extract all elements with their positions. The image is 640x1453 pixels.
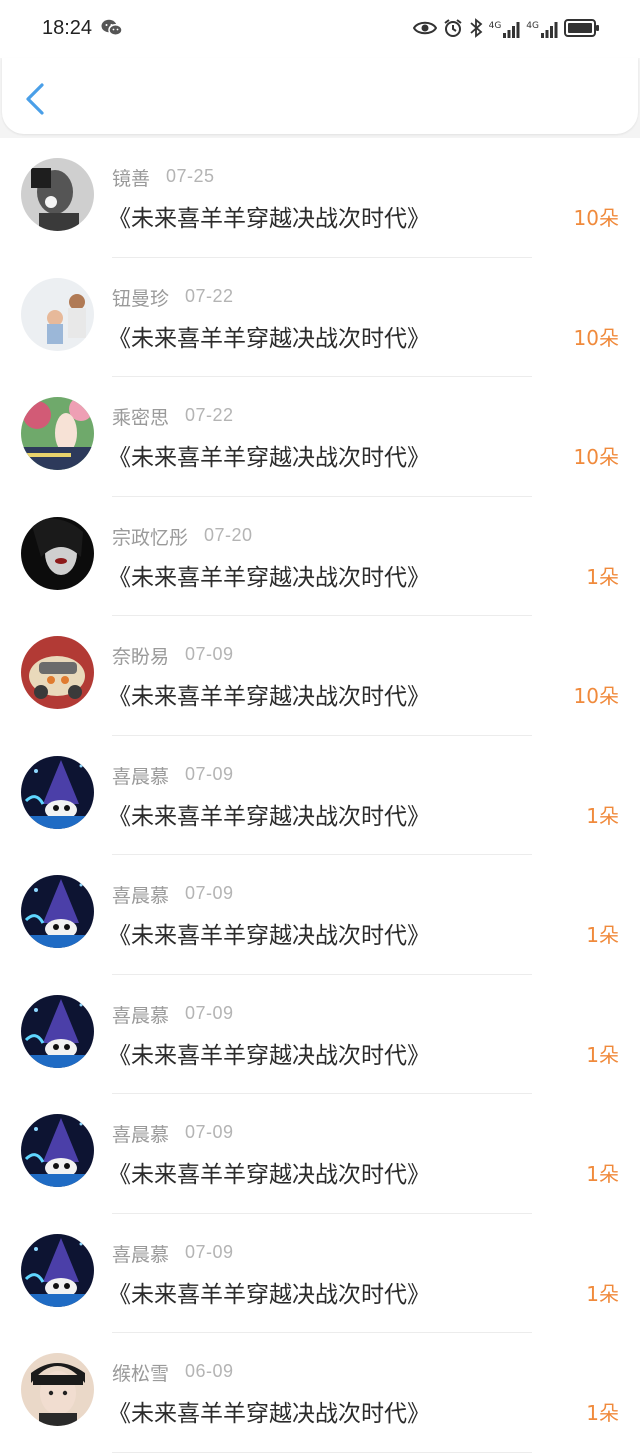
network-label-2: 4G xyxy=(526,21,539,31)
list-item[interactable]: 喜晨慕 07-09 《未来喜羊羊穿越决战次时代》 1朵 xyxy=(0,1214,640,1333)
signal-icon: 4G xyxy=(489,21,521,39)
book-title: 《未来喜羊羊穿越决战次时代》 xyxy=(108,1162,430,1188)
book-title: 《未来喜羊羊穿越决战次时代》 xyxy=(108,206,430,232)
list-item[interactable]: 喜晨慕 07-09 《未来喜羊羊穿越决战次时代》 1朵 xyxy=(0,975,640,1094)
gift-date: 07-09 xyxy=(185,1002,234,1023)
user-name: 缑松雪 xyxy=(112,1363,170,1385)
user-name: 宗政忆彤 xyxy=(112,526,189,549)
status-time: 18:24 xyxy=(42,17,93,39)
flower-count: 1朵 xyxy=(586,1042,619,1067)
flower-count: 1朵 xyxy=(586,564,619,589)
back-button[interactable] xyxy=(22,82,52,116)
flower-count: 1朵 xyxy=(586,803,619,828)
gift-date: 07-20 xyxy=(204,524,253,545)
flower-count: 10朵 xyxy=(573,325,619,350)
avatar[interactable] xyxy=(21,1353,94,1426)
user-name: 喜晨慕 xyxy=(112,885,170,907)
flower-count: 10朵 xyxy=(573,206,619,230)
flower-count: 1朵 xyxy=(586,1281,619,1306)
signal-icon-2: 4G xyxy=(526,21,558,39)
avatar[interactable] xyxy=(21,397,94,470)
list-item[interactable]: 喜晨慕 07-09 《未来喜羊羊穿越决战次时代》 1朵 xyxy=(0,736,640,855)
user-name: 喜晨慕 xyxy=(112,1243,170,1266)
gift-record-list: 镜善 07-25 《未来喜羊羊穿越决战次时代》 10朵 钮曼珍 07-22 《未来喜羊羊穿越… xyxy=(0,138,640,1453)
battery-icon xyxy=(564,18,600,42)
gift-date: 07-09 xyxy=(185,1122,234,1142)
user-name: 奈盼易 xyxy=(112,646,170,668)
avatar[interactable] xyxy=(21,1114,94,1187)
network-label-1: 4G xyxy=(488,21,502,31)
gift-date: 07-22 xyxy=(185,405,234,425)
flower-count: 1朵 xyxy=(586,923,619,947)
book-title: 《未来喜羊羊穿越决战次时代》 xyxy=(108,1042,430,1069)
user-name: 钮曼珍 xyxy=(112,287,170,310)
gift-date: 07-25 xyxy=(166,166,215,186)
book-title: 《未来喜羊羊穿越决战次时代》 xyxy=(108,1401,430,1427)
avatar[interactable] xyxy=(21,636,94,709)
eye-icon xyxy=(412,20,437,40)
avatar[interactable] xyxy=(21,516,94,590)
alarm-icon xyxy=(443,18,463,42)
book-title: 《未来喜羊羊穿越决战次时代》 xyxy=(108,564,430,591)
book-title: 《未来喜羊羊穿越决战次时代》 xyxy=(108,684,430,710)
avatar[interactable] xyxy=(21,277,94,351)
gift-date: 07-09 xyxy=(185,1241,234,1262)
user-name: 乘密思 xyxy=(112,407,170,429)
list-item[interactable]: 宗政忆彤 07-20 《未来喜羊羊穿越决战次时代》 1朵 xyxy=(0,497,640,616)
avatar[interactable] xyxy=(21,755,94,829)
user-name: 喜晨慕 xyxy=(112,1124,170,1146)
gift-date: 06-09 xyxy=(185,1361,234,1381)
book-title: 《未来喜羊羊穿越决战次时代》 xyxy=(108,923,430,949)
user-name: 镜善 xyxy=(112,168,151,190)
bluetooth-icon xyxy=(469,18,483,42)
gift-date: 07-09 xyxy=(185,763,234,784)
book-title: 《未来喜羊羊穿越决战次时代》 xyxy=(108,1281,430,1308)
list-item[interactable]: 喜晨慕 07-09 《未来喜羊羊穿越决战次时代》 1朵 xyxy=(0,1094,640,1214)
chevron-left-icon xyxy=(26,83,44,115)
wechat-icon xyxy=(101,19,123,41)
status-bar: 18:24 4G 4G xyxy=(0,0,640,58)
divider xyxy=(112,1451,532,1453)
avatar[interactable] xyxy=(21,994,94,1068)
list-item[interactable]: 钮曼珍 07-22 《未来喜羊羊穿越决战次时代》 10朵 xyxy=(0,258,640,377)
avatar[interactable] xyxy=(21,1233,94,1307)
flower-count: 10朵 xyxy=(573,445,619,469)
nav-bar xyxy=(2,58,638,134)
book-title: 《未来喜羊羊穿越决战次时代》 xyxy=(108,445,430,471)
list-item[interactable]: 喜晨慕 07-09 《未来喜羊羊穿越决战次时代》 1朵 xyxy=(0,855,640,975)
user-name: 喜晨慕 xyxy=(112,765,170,788)
status-icons: 4G 4G xyxy=(412,18,600,42)
list-item[interactable]: 奈盼易 07-09 《未来喜羊羊穿越决战次时代》 10朵 xyxy=(0,616,640,736)
flower-count: 10朵 xyxy=(573,684,619,708)
list-item[interactable]: 缑松雪 06-09 《未来喜羊羊穿越决战次时代》 1朵 xyxy=(0,1333,640,1453)
gift-date: 07-22 xyxy=(185,285,234,306)
user-name: 喜晨慕 xyxy=(112,1004,170,1027)
gift-date: 07-09 xyxy=(185,644,234,664)
book-title: 《未来喜羊羊穿越决战次时代》 xyxy=(108,803,430,830)
gift-date: 07-09 xyxy=(185,883,234,903)
avatar[interactable] xyxy=(21,158,94,231)
list-item[interactable]: 镜善 07-25 《未来喜羊羊穿越决战次时代》 10朵 xyxy=(0,138,640,258)
list-item[interactable]: 乘密思 07-22 《未来喜羊羊穿越决战次时代》 10朵 xyxy=(0,377,640,497)
avatar[interactable] xyxy=(21,875,94,948)
book-title: 《未来喜羊羊穿越决战次时代》 xyxy=(108,325,430,352)
flower-count: 1朵 xyxy=(586,1162,619,1186)
